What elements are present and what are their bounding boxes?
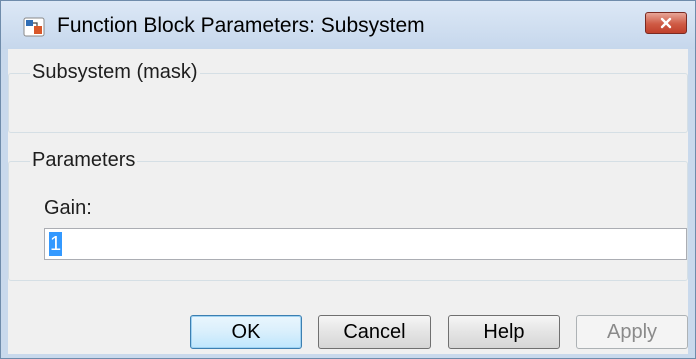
title-bar[interactable]: Function Block Parameters: Subsystem xyxy=(1,1,695,49)
window-title: Function Block Parameters: Subsystem xyxy=(57,14,425,37)
gain-value: 1 xyxy=(49,232,63,256)
close-icon xyxy=(660,17,672,29)
cancel-button[interactable]: Cancel xyxy=(318,315,431,349)
close-button[interactable] xyxy=(645,12,687,34)
ok-button[interactable]: OK xyxy=(190,315,302,349)
simulink-block-icon xyxy=(23,17,45,37)
mask-group-title: Subsystem (mask) xyxy=(30,61,200,84)
gain-input[interactable]: 1 xyxy=(44,228,687,260)
apply-button[interactable]: Apply xyxy=(576,315,688,349)
help-button[interactable]: Help xyxy=(448,315,560,349)
parameters-group-title: Parameters xyxy=(30,149,138,172)
gain-label: Gain: xyxy=(44,197,92,219)
parameters-group xyxy=(8,161,688,281)
dialog-body: Subsystem (mask) Parameters Gain: 1 OK C… xyxy=(8,49,688,354)
dialog-window: Function Block Parameters: Subsystem Sub… xyxy=(0,0,696,359)
